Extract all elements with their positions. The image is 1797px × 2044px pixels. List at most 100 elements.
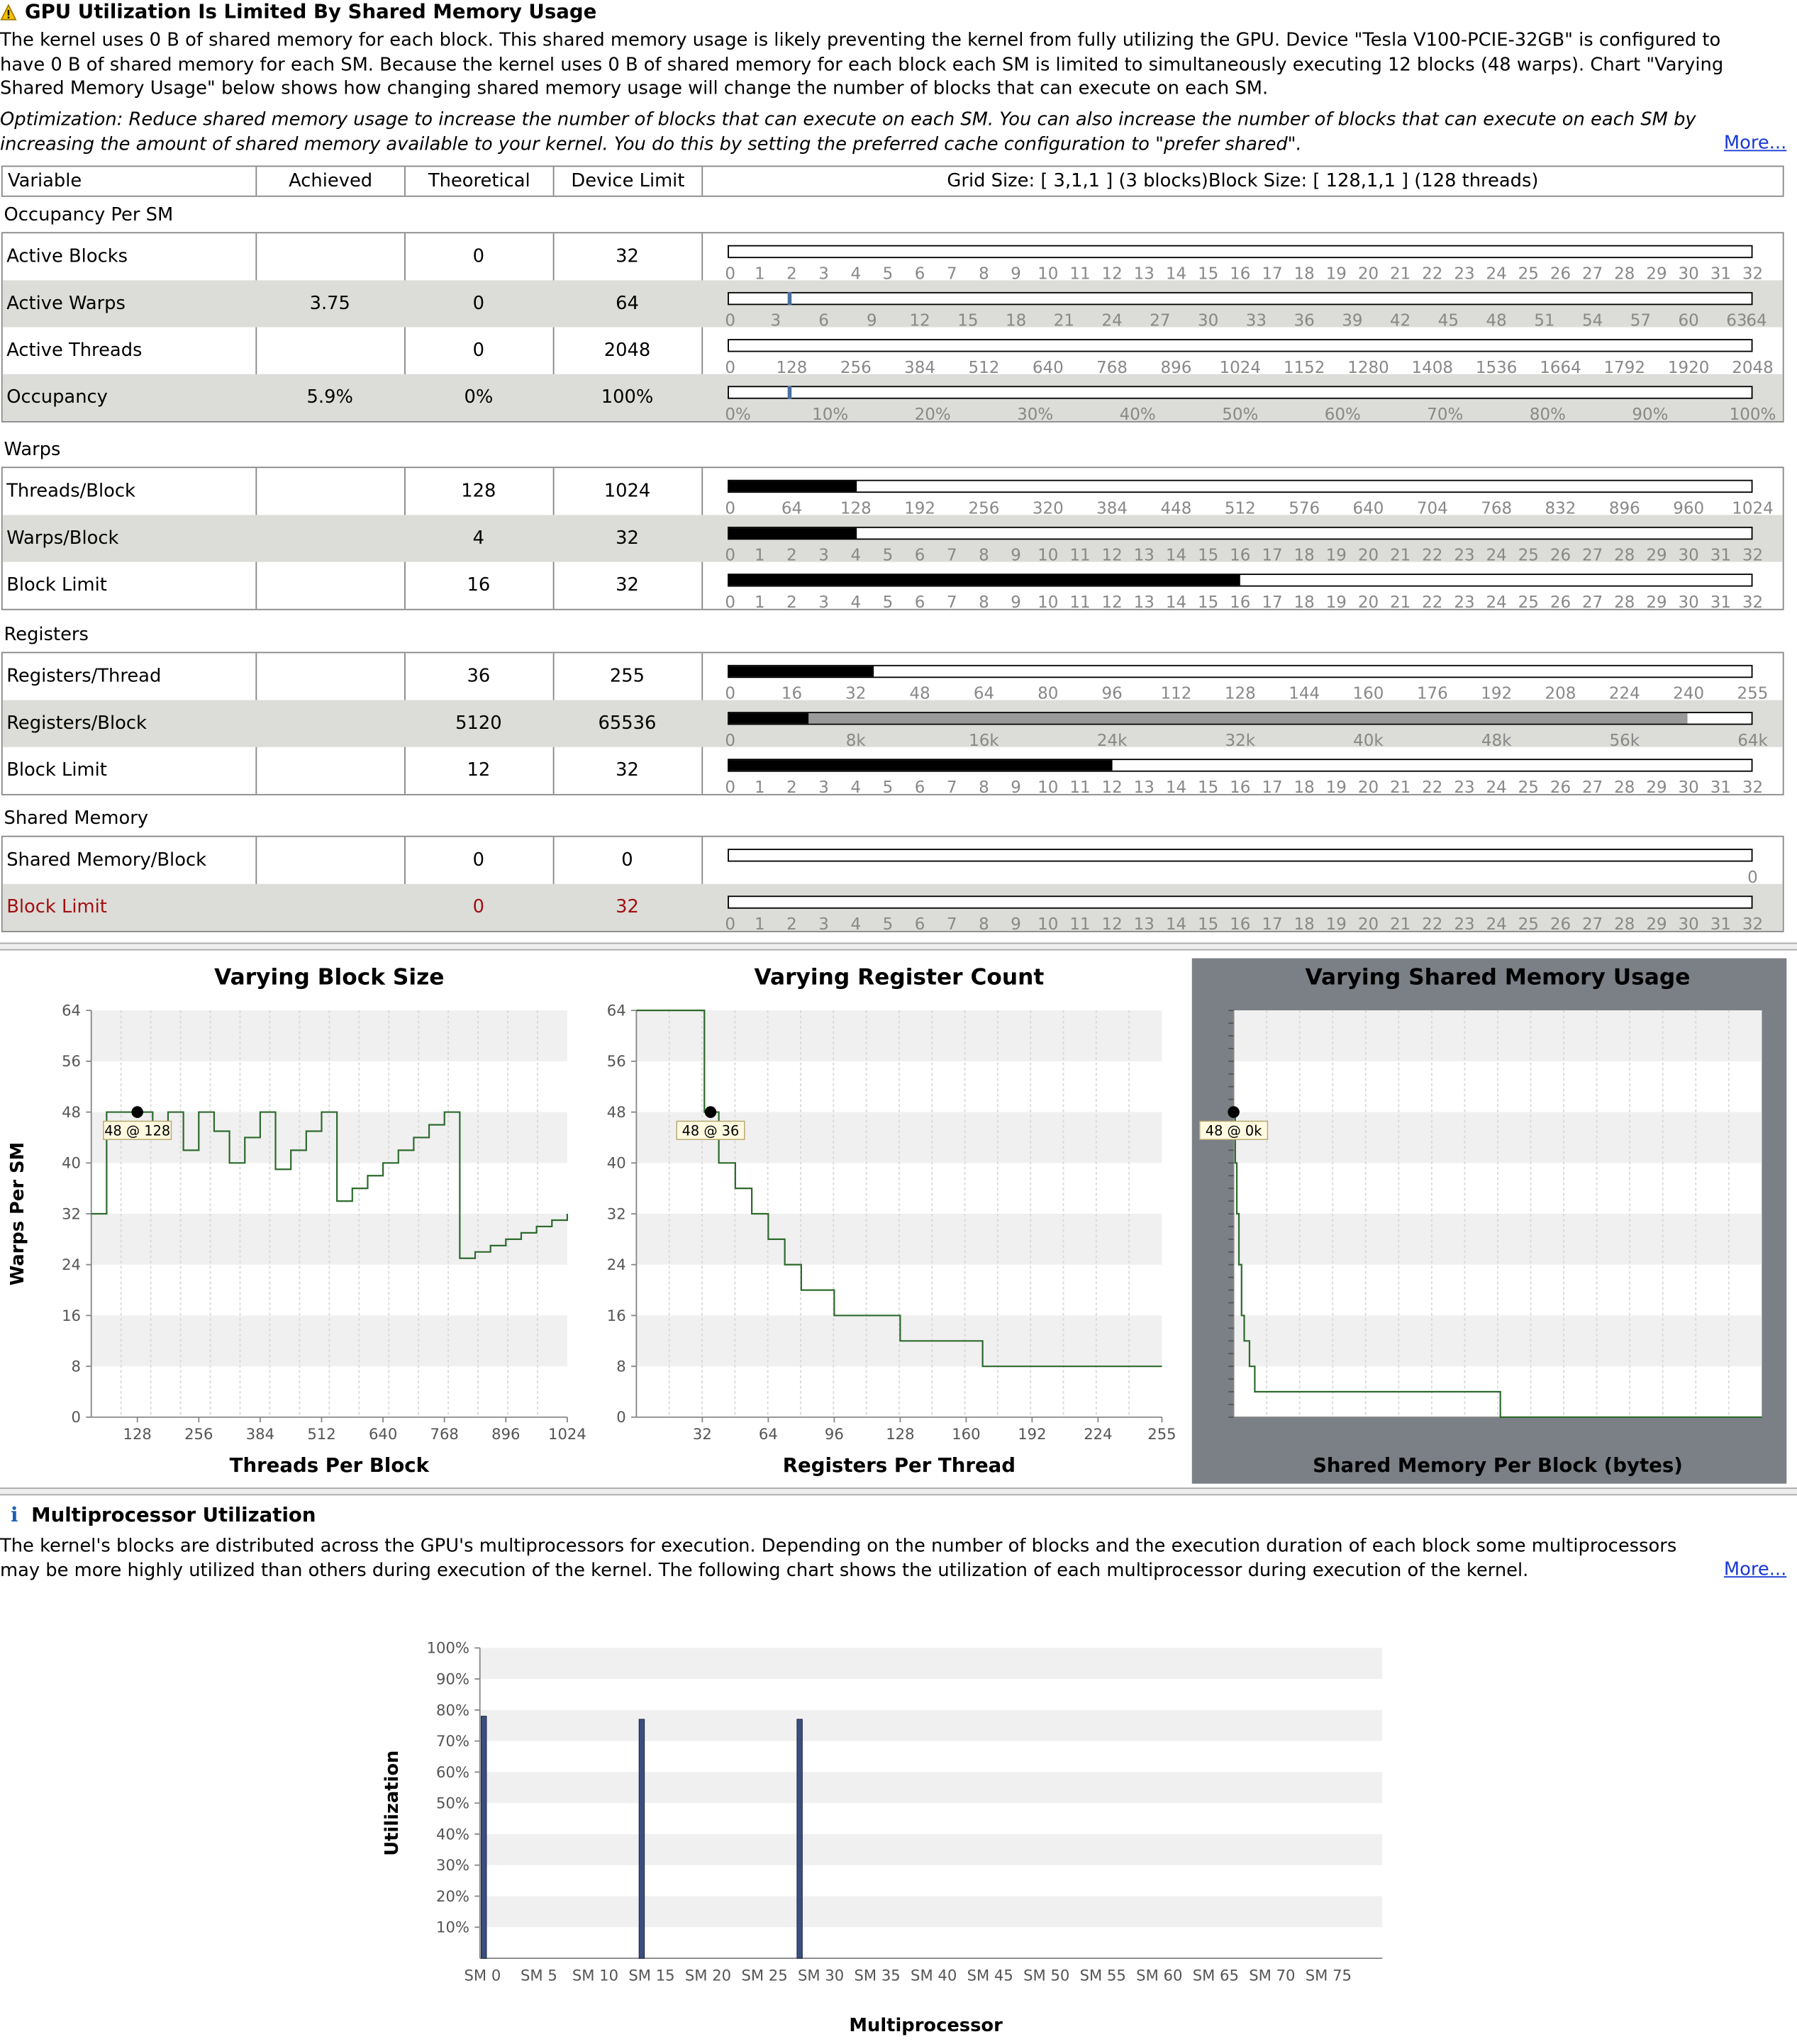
table-row[interactable]: Block Limit 16 32 0 1 2 3 4 5 6 7 8 9 10 11 12 13 14 15 16 1… — [3, 562, 1783, 612]
header-theoretical[interactable]: Theoretical — [406, 167, 555, 196]
table-row[interactable]: Active Threads 0 2048 0 128 256 384 512 640 768 89… — [3, 328, 1783, 377]
table-row[interactable]: Block Limit 0 32 0 1 2 3 4 5 6 7 8 9 10 11 12 13 14 15 16 17… — [2, 883, 1783, 934]
tick-label: 7 — [946, 776, 957, 797]
theoretical-cell: 128 — [461, 481, 496, 502]
variable-cell: Registers/Thread — [6, 666, 162, 688]
tick-label: 12 — [1101, 776, 1123, 797]
x-tick-label: SM 15 — [628, 1966, 674, 1984]
current-point-label: 48 @ 0k — [1206, 1123, 1262, 1139]
issue-title-row: GPU Utilization Is Limited By Shared Mem… — [0, 0, 596, 23]
utilization-bar — [638, 1719, 645, 1959]
table-row[interactable]: Shared Memory/Block 0 0 0 — [3, 837, 1783, 886]
y-tick-label: 90% — [436, 1670, 469, 1687]
x-tick-label: SM 75 — [1306, 1966, 1352, 1984]
group-title: Warps — [4, 439, 61, 461]
tick-label: 5 — [882, 914, 894, 934]
variable-cell: Shared Memory/Block — [6, 849, 207, 871]
tick-label: 32 — [1742, 591, 1764, 612]
table-row[interactable]: Active Warps 3.75 0 64 0 3 6 9 12 15 18 21 24 27 30 33 3… — [2, 280, 1783, 330]
y-tick-label: 80% — [436, 1701, 469, 1719]
y-tick-label: 0 — [616, 1408, 625, 1426]
device-limit-cell: 32 — [616, 246, 639, 267]
y-tick-label: 8 — [72, 1358, 81, 1375]
group-table: Shared Memory/Block 0 0 0 Block Limit 0 32 0 1 2 3… — [1, 835, 1784, 934]
utilization-bar — [481, 1716, 487, 1959]
usage-bar — [728, 759, 1753, 772]
table-row[interactable]: Active Blocks 0 32 0 1 2 3 4 5 6 7 8 9 10 11 12 13 14 15 16… — [3, 233, 1783, 283]
table-row[interactable]: Registers/Thread 36 255 0 16 32 48 64 80 96 112 128… — [3, 653, 1783, 703]
multiprocessor-description: The kernel's blocks are distributed acro… — [0, 1536, 1677, 1581]
tick-label: 2 — [786, 591, 797, 612]
header-achieved[interactable]: Achieved — [257, 167, 406, 196]
usage-bar — [728, 664, 1753, 678]
theoretical-cell: 4 — [472, 527, 485, 549]
tick-label: 12 — [1101, 914, 1123, 934]
tick-label: 4 — [850, 776, 862, 797]
tick-label: 13 — [1133, 776, 1155, 797]
usage-bar — [728, 245, 1753, 259]
bar-tick-labels: 0 3 6 9 12 15 18 21 24 27 30 33 36 39 42 45 48 51 54 57 60 63… — [725, 311, 1767, 330]
chart-multiprocessor-utilization: 10% 20% 30% 40% 50% 60% 70% 80% 90% 100% SM 0 SM 5 S… — [382, 1639, 1383, 2036]
tick-label: 22 — [1422, 914, 1443, 934]
chart-varying-block-size[interactable]: Varying Block Size 0 8 16 24 32 40 48 56 64 128 256… — [7, 964, 586, 1477]
tick-label: 1 — [754, 776, 765, 797]
achieved-cell — [255, 700, 404, 747]
table-row[interactable]: Block Limit 12 32 0 1 2 3 4 5 6 7 8 9 10 11 12 13 14 15 16 1… — [3, 747, 1783, 797]
tick-label: 4 — [850, 591, 862, 612]
tick-label: 20 — [1357, 914, 1379, 934]
usage-bar — [728, 712, 1753, 725]
issue-more-link[interactable]: More... — [1724, 133, 1786, 154]
tick-label: 22 — [1422, 776, 1443, 797]
table-row[interactable]: Occupancy 5.9% 0% 100% 0% 10% 20% 30% 40% 50% 60% 7… — [2, 374, 1783, 424]
tick-label: 8 — [979, 776, 989, 797]
multiprocessor-more-link[interactable]: More... — [1724, 1559, 1786, 1580]
table-row[interactable]: Threads/Block 128 1024 0 64 128 192 256 320 384 44… — [3, 468, 1783, 518]
info-icon: i — [10, 1503, 18, 1527]
x-tick-label: 224 — [1084, 1425, 1112, 1443]
tick-label: 21 — [1390, 591, 1411, 612]
group-title: Shared Memory — [4, 808, 149, 830]
variable-cell: Registers/Block — [6, 713, 147, 735]
variable-cell: Active Threads — [6, 340, 143, 362]
tick-label: 50% — [1222, 404, 1259, 424]
header-device-limit[interactable]: Device Limit — [555, 167, 703, 196]
tick-label: 100% — [1729, 404, 1776, 424]
y-tick-label: 60% — [436, 1763, 469, 1781]
tick-label: 7 — [946, 914, 957, 934]
x-tick-label: 255 — [1147, 1425, 1176, 1443]
y-tick-label: 70% — [436, 1732, 469, 1750]
table-row[interactable]: Warps/Block 4 32 0 1 2 3 4 5 6 7 8 9 10 11 12 13 14 15 16 17… — [2, 515, 1783, 564]
tick-label: 23 — [1454, 776, 1475, 797]
tick-label: 5 — [882, 776, 894, 797]
achieved-cell — [255, 515, 404, 562]
bar-fill — [728, 481, 857, 492]
achieved-cell: 5.9% — [306, 387, 353, 408]
bar-tick-labels: 0 128 256 384 512 640 768 896 1024 1152 1280 1408 15… — [725, 357, 1773, 377]
tick-label: 10 — [1037, 914, 1059, 934]
tick-label: 17 — [1262, 591, 1283, 612]
group-table: Registers/Thread 36 255 0 16 32 48 64 80 96 112 128… — [1, 652, 1784, 797]
achieved-cell — [255, 884, 404, 931]
header-variable[interactable]: Variable — [3, 167, 257, 196]
tick-label: 20 — [1357, 776, 1379, 797]
group-title: Registers — [4, 624, 89, 646]
tick-label: 2 — [786, 914, 797, 934]
tick-label: 9 — [1011, 591, 1021, 612]
x-axis-title: Multiprocessor — [849, 2015, 1003, 2036]
tick-label: 25 — [1518, 914, 1539, 934]
chart-varying-register-count[interactable]: Varying Register Count 0 8 16 24 32 40 48 56 64 32… — [607, 964, 1176, 1477]
table-row[interactable]: Registers/Block 5120 65536 0 8k 16k 24k 32k 40k 4… — [2, 700, 1783, 749]
utilization-bar — [796, 1719, 803, 1959]
achieved-cell — [255, 562, 404, 609]
tick-label: 26 — [1550, 591, 1571, 612]
variable-cell: Threads/Block — [6, 481, 135, 502]
current-point-label: 48 @ 128 — [104, 1123, 170, 1139]
x-tick-label: 512 — [307, 1425, 335, 1443]
chart-varying-shared-memory[interactable]: Varying Shared Memory Usage 48 @ 0k Shared… — [1191, 958, 1787, 1484]
bar-fill — [728, 666, 874, 677]
tick-label: 23 — [1454, 914, 1475, 934]
device-limit-cell: 65536 — [598, 713, 657, 735]
tick-label: 3 — [818, 914, 829, 934]
bar-limit-fill — [728, 713, 1688, 724]
tick-label: 19 — [1325, 776, 1347, 797]
